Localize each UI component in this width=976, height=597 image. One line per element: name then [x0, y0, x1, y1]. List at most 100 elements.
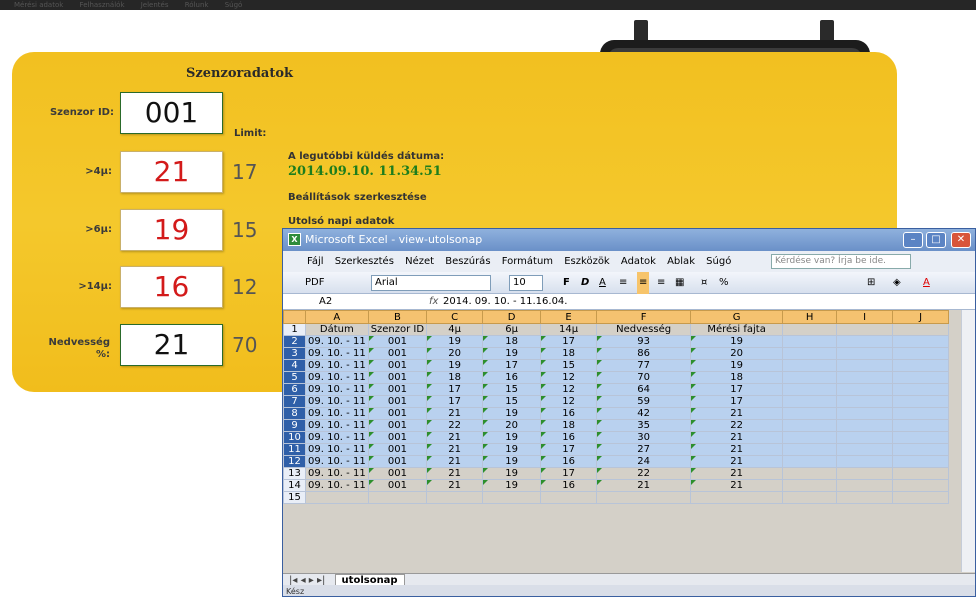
data-cell[interactable]: 18 — [540, 419, 598, 432]
row-number[interactable]: 14 — [283, 479, 306, 492]
data-cell[interactable] — [367, 491, 428, 504]
data-cell[interactable]: 17 — [690, 395, 784, 408]
data-cell[interactable]: 21 — [690, 407, 784, 420]
data-cell[interactable]: 09. 10. - 11 — [305, 419, 369, 432]
data-cell[interactable]: 19 — [482, 431, 542, 444]
italic-icon[interactable]: D — [581, 272, 589, 294]
menu-nezet[interactable]: Nézet — [405, 256, 434, 267]
row-number[interactable]: 8 — [283, 407, 306, 420]
font-name-select[interactable]: Arial — [371, 275, 491, 291]
data-cell[interactable]: 16 — [540, 479, 598, 492]
data-cell[interactable]: 17 — [482, 359, 542, 372]
row-number[interactable]: 10 — [283, 431, 306, 444]
data-cell[interactable]: 001 — [367, 467, 428, 480]
merge-icon[interactable]: ▦ — [675, 272, 684, 294]
data-cell[interactable]: 001 — [367, 479, 428, 492]
data-cell[interactable]: 42 — [596, 407, 692, 420]
menu-adatok[interactable]: Adatok — [621, 256, 656, 267]
row-number[interactable]: 7 — [283, 395, 306, 408]
data-cell[interactable]: 59 — [596, 395, 692, 408]
nav-item[interactable]: Rólunk — [185, 1, 209, 9]
data-cell[interactable]: 27 — [596, 443, 692, 456]
data-cell[interactable] — [892, 491, 950, 504]
data-cell[interactable] — [892, 431, 950, 444]
menu-fajl[interactable]: Fájl — [307, 256, 324, 267]
data-cell[interactable] — [782, 407, 838, 420]
data-cell[interactable]: 09. 10. - 11 — [305, 359, 369, 372]
data-cell[interactable]: 16 — [540, 431, 598, 444]
data-cell[interactable] — [782, 467, 838, 480]
data-cell[interactable]: 19 — [690, 335, 784, 348]
data-cell[interactable]: 19 — [482, 347, 542, 360]
data-cell[interactable]: 001 — [367, 443, 428, 456]
data-cell[interactable] — [782, 335, 838, 348]
column-letter[interactable]: J — [892, 310, 950, 324]
data-cell[interactable]: 09. 10. - 11 — [305, 479, 369, 492]
column-letter[interactable]: D — [482, 310, 542, 324]
header-cell[interactable] — [892, 323, 950, 336]
menu-beszuras[interactable]: Beszúrás — [445, 256, 490, 267]
data-cell[interactable] — [782, 455, 838, 468]
header-cell[interactable]: Mérési fajta — [690, 323, 784, 336]
data-cell[interactable]: 001 — [367, 431, 428, 444]
header-cell[interactable]: Nedvesség — [596, 323, 692, 336]
data-cell[interactable]: 09. 10. - 11 — [305, 335, 369, 348]
data-cell[interactable] — [892, 407, 950, 420]
data-cell[interactable]: 21 — [690, 455, 784, 468]
data-cell[interactable] — [892, 371, 950, 384]
data-cell[interactable]: 09. 10. - 11 — [305, 467, 369, 480]
data-cell[interactable]: 17 — [540, 335, 598, 348]
data-cell[interactable] — [782, 431, 838, 444]
data-cell[interactable]: 09. 10. - 11 — [305, 347, 369, 360]
data-cell[interactable]: 16 — [540, 455, 598, 468]
data-cell[interactable]: 09. 10. - 11 — [305, 443, 369, 456]
data-cell[interactable]: 15 — [482, 383, 542, 396]
data-cell[interactable] — [892, 419, 950, 432]
header-cell[interactable]: 14µ — [540, 323, 598, 336]
data-cell[interactable]: 35 — [596, 419, 692, 432]
currency-icon[interactable]: ¤ — [701, 272, 707, 294]
data-cell[interactable]: 19 — [426, 335, 484, 348]
data-cell[interactable]: 001 — [367, 371, 428, 384]
data-cell[interactable]: 15 — [482, 395, 542, 408]
data-cell[interactable]: 001 — [367, 359, 428, 372]
column-letter[interactable]: G — [690, 310, 784, 324]
data-cell[interactable]: 001 — [367, 419, 428, 432]
data-cell[interactable] — [836, 371, 894, 384]
data-cell[interactable]: 09. 10. - 11 — [305, 395, 369, 408]
menu-ablak[interactable]: Ablak — [667, 256, 695, 267]
data-cell[interactable] — [426, 491, 484, 504]
data-cell[interactable]: 19 — [482, 443, 542, 456]
column-letter[interactable]: A — [305, 310, 369, 324]
data-cell[interactable]: 19 — [482, 407, 542, 420]
data-cell[interactable]: 09. 10. - 11 — [305, 407, 369, 420]
data-cell[interactable]: 12 — [540, 371, 598, 384]
data-cell[interactable]: 22 — [596, 467, 692, 480]
data-cell[interactable]: 09. 10. - 11 — [305, 431, 369, 444]
row-number[interactable]: 11 — [283, 443, 306, 456]
data-cell[interactable] — [892, 395, 950, 408]
data-cell[interactable]: 21 — [426, 479, 484, 492]
data-cell[interactable]: 20 — [426, 347, 484, 360]
data-cell[interactable]: 20 — [690, 347, 784, 360]
data-cell[interactable] — [836, 467, 894, 480]
data-cell[interactable] — [782, 383, 838, 396]
column-letter[interactable]: B — [367, 310, 428, 324]
data-cell[interactable] — [836, 443, 894, 456]
data-cell[interactable]: 64 — [596, 383, 692, 396]
data-cell[interactable]: 21 — [426, 467, 484, 480]
formula-input[interactable]: 2014. 09. 10. - 11.16.04. — [443, 294, 567, 310]
row-number[interactable]: 6 — [283, 383, 306, 396]
data-cell[interactable] — [540, 491, 598, 504]
data-cell[interactable]: 17 — [426, 395, 484, 408]
data-cell[interactable] — [836, 491, 894, 504]
column-letter[interactable]: E — [540, 310, 598, 324]
data-cell[interactable]: 17 — [540, 443, 598, 456]
percent-icon[interactable]: % — [719, 272, 729, 294]
row-number[interactable]: 15 — [283, 491, 306, 504]
nav-item[interactable]: Súgó — [225, 1, 243, 9]
header-cell[interactable]: Dátum — [305, 323, 369, 336]
data-cell[interactable]: 09. 10. - 11 — [305, 383, 369, 396]
data-cell[interactable]: 19 — [690, 359, 784, 372]
data-cell[interactable]: 70 — [596, 371, 692, 384]
